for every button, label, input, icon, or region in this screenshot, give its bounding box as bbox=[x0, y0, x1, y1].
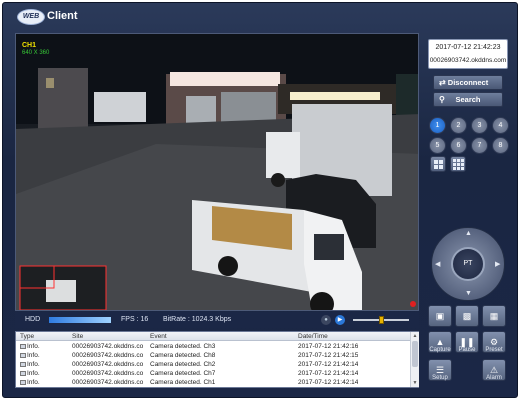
event-log-table: Type Site Event Date/Time Info. 00026903… bbox=[15, 331, 419, 388]
log-row[interactable]: Info. 00026903742.okddns.co Camera detec… bbox=[16, 360, 410, 369]
ptz-center-button[interactable]: PT bbox=[451, 247, 485, 281]
fullscreen-icon[interactable]: ▦ bbox=[482, 305, 506, 327]
log-header-site[interactable]: Site bbox=[72, 333, 83, 340]
log-site: 00026903742.okddns.co bbox=[72, 352, 144, 359]
mute-icon[interactable]: ● bbox=[321, 315, 331, 325]
log-type: Info. bbox=[27, 370, 40, 377]
setup-label: Setup bbox=[432, 375, 448, 381]
log-row[interactable]: Info. 00026903742.okddns.co Camera detec… bbox=[16, 351, 410, 360]
log-site: 00026903742.okddns.co bbox=[72, 343, 144, 350]
title-bar: WEB Client bbox=[3, 3, 519, 29]
disconnect-button[interactable]: ⇄ Disconnect bbox=[433, 75, 503, 90]
log-header-type[interactable]: Type bbox=[20, 333, 34, 340]
ptz-down-icon[interactable]: ▼ bbox=[465, 290, 472, 297]
channel-button-6[interactable]: 6 bbox=[450, 137, 467, 154]
log-row[interactable]: Info. 00026903742.okddns.co Camera detec… bbox=[16, 369, 410, 378]
log-event: Camera detected. Ch3 bbox=[150, 343, 216, 350]
info-icon bbox=[20, 362, 26, 367]
log-datetime: 2017-07-12 21:42:15 bbox=[298, 352, 359, 359]
snapshot-icon[interactable]: ▩ bbox=[455, 305, 479, 327]
channel-button-2[interactable]: 2 bbox=[450, 117, 467, 134]
bitrate-readout: BitRate : 1024.3 Kbps bbox=[163, 316, 232, 323]
speaker-icon[interactable]: ▶ bbox=[335, 315, 345, 325]
pause-label: Pause bbox=[458, 347, 476, 353]
web-client-window: WEB Client CH1 640 X 360 HDD FPS: 16 Bi… bbox=[2, 2, 518, 398]
info-icon bbox=[20, 344, 26, 349]
disconnect-label: Disconnect bbox=[447, 78, 489, 87]
log-header-row: Type Site Event Date/Time bbox=[16, 332, 410, 341]
log-site: 00026903742.okddns.co bbox=[72, 379, 144, 386]
log-event: Camera detected. Ch2 bbox=[150, 361, 216, 368]
info-icon bbox=[20, 353, 26, 358]
search-icon: ⚲ bbox=[439, 95, 445, 104]
resolution-label: 640 X 360 bbox=[22, 50, 50, 56]
volume-slider-thumb[interactable] bbox=[379, 316, 384, 324]
channel-label: CH1 bbox=[22, 42, 37, 49]
info-icon bbox=[20, 371, 26, 376]
fps-readout: FPS : 16 bbox=[121, 316, 149, 323]
search-label: Search bbox=[455, 95, 481, 104]
datetime-display: 2017-07-12 21:42:23 00026903742.okddns.c… bbox=[428, 39, 508, 69]
search-button[interactable]: ⚲ Search bbox=[433, 92, 503, 107]
log-event: Camera detected. Ch8 bbox=[150, 352, 216, 359]
log-site: 00026903742.okddns.co bbox=[72, 370, 144, 377]
log-scroll-thumb[interactable] bbox=[412, 341, 418, 367]
log-type: Info. bbox=[27, 379, 40, 386]
scroll-down-icon[interactable]: ▼ bbox=[411, 379, 419, 387]
channel-button-8[interactable]: 8 bbox=[492, 137, 509, 154]
info-icon bbox=[20, 380, 26, 385]
log-row[interactable]: Info. 00026903742.okddns.co Camera detec… bbox=[16, 378, 410, 387]
disconnect-icon: ⇄ bbox=[439, 78, 446, 87]
ptz-right-icon[interactable]: ▶ bbox=[495, 260, 500, 268]
log-type: Info. bbox=[27, 352, 40, 359]
ptz-left-icon[interactable]: ◀ bbox=[435, 260, 440, 268]
log-header-event[interactable]: Event bbox=[150, 333, 167, 340]
channel-button-1[interactable]: 1 bbox=[429, 117, 446, 134]
log-datetime: 2017-07-12 21:42:14 bbox=[298, 370, 359, 377]
scroll-up-icon[interactable]: ▲ bbox=[411, 332, 419, 340]
hdd-usage-bar bbox=[49, 317, 111, 323]
app-logo: WEB bbox=[17, 9, 45, 25]
log-datetime: 2017-07-12 21:42:14 bbox=[298, 379, 359, 386]
preset-label: Preset bbox=[485, 347, 503, 353]
channel-button-5[interactable]: 5 bbox=[429, 137, 446, 154]
record-icon[interactable]: ▣ bbox=[428, 305, 452, 327]
channel-button-3[interactable]: 3 bbox=[471, 117, 488, 134]
hdd-label: HDD bbox=[25, 316, 41, 323]
channel-button-7[interactable]: 7 bbox=[471, 137, 488, 154]
video-status-bar: HDD FPS : 16 BitRate : 1024.3 Kbps ● ▶ bbox=[15, 312, 419, 328]
alarm-label: Alarm bbox=[486, 375, 502, 381]
layout-quad-button[interactable] bbox=[430, 156, 446, 172]
channel-button-4[interactable]: 4 bbox=[492, 117, 509, 134]
layout-grid-button[interactable] bbox=[450, 156, 466, 172]
capture-label: Capture bbox=[429, 347, 451, 353]
log-event: Camera detected. Ch7 bbox=[150, 370, 216, 377]
log-type: Info. bbox=[27, 361, 40, 368]
live-video-view[interactable]: CH1 640 X 360 bbox=[15, 33, 419, 311]
log-scrollbar[interactable]: ▲ ▼ bbox=[410, 332, 419, 387]
log-row[interactable]: Info. 00026903742.okddns.co Camera detec… bbox=[16, 342, 410, 351]
camera-image bbox=[16, 34, 418, 310]
log-site: 00026903742.okddns.co bbox=[72, 361, 144, 368]
connected-host: 00026903742.okddns.com bbox=[429, 57, 507, 64]
log-event: Camera detected. Ch1 bbox=[150, 379, 216, 386]
app-title: Client bbox=[47, 10, 78, 22]
log-datetime: 2017-07-12 21:42:14 bbox=[298, 361, 359, 368]
log-header-datetime[interactable]: Date/Time bbox=[298, 333, 328, 340]
ptz-up-icon[interactable]: ▲ bbox=[465, 230, 472, 237]
log-type: Info. bbox=[27, 343, 40, 350]
log-datetime: 2017-07-12 21:42:16 bbox=[298, 343, 359, 350]
current-datetime: 2017-07-12 21:42:23 bbox=[435, 44, 501, 51]
